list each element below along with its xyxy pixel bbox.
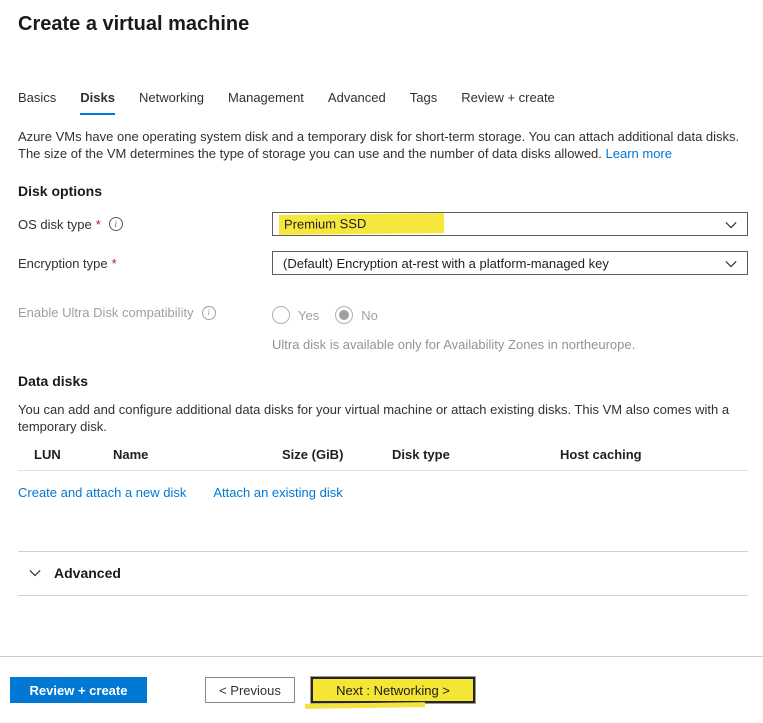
radio-no[interactable]: No bbox=[335, 306, 378, 324]
intro-text: Azure VMs have one operating system disk… bbox=[18, 129, 748, 162]
encryption-type-dropdown[interactable]: (Default) Encryption at-rest with a plat… bbox=[272, 251, 748, 275]
radio-yes-label: Yes bbox=[298, 308, 319, 323]
tab-management[interactable]: Management bbox=[228, 90, 304, 115]
wizard-tabs: Basics Disks Networking Management Advan… bbox=[18, 90, 748, 115]
data-disks-description: You can add and configure additional dat… bbox=[18, 402, 748, 435]
info-icon[interactable] bbox=[109, 217, 123, 231]
ultra-disk-label: Enable Ultra Disk compatibility bbox=[18, 305, 272, 320]
data-disks-heading: Data disks bbox=[18, 373, 748, 389]
tab-advanced[interactable]: Advanced bbox=[328, 90, 386, 115]
advanced-label: Advanced bbox=[54, 565, 121, 581]
os-disk-type-row: OS disk type * Premium SSD bbox=[18, 212, 748, 236]
info-icon[interactable] bbox=[202, 306, 216, 320]
column-name: Name bbox=[113, 447, 282, 462]
ultra-disk-control: Yes No Ultra disk is available only for … bbox=[272, 305, 748, 353]
encryption-type-value: (Default) Encryption at-rest with a plat… bbox=[283, 256, 609, 271]
create-vm-page: Create a virtual machine Basics Disks Ne… bbox=[0, 0, 763, 723]
page-title: Create a virtual machine bbox=[18, 0, 748, 36]
tab-review-create[interactable]: Review + create bbox=[461, 90, 555, 115]
advanced-expander[interactable]: Advanced bbox=[18, 552, 748, 596]
os-disk-type-dropdown[interactable]: Premium SSD bbox=[272, 212, 748, 236]
os-disk-type-value: Premium SSD bbox=[279, 213, 445, 235]
radio-no-label: No bbox=[361, 308, 378, 323]
required-asterisk: * bbox=[112, 256, 117, 271]
ultra-disk-row: Enable Ultra Disk compatibility Yes No U… bbox=[18, 305, 748, 353]
next-networking-button[interactable]: Next : Networking > bbox=[311, 677, 475, 703]
chevron-down-icon bbox=[724, 258, 738, 270]
chevron-down-icon bbox=[724, 219, 738, 231]
required-asterisk: * bbox=[96, 217, 101, 232]
tab-basics[interactable]: Basics bbox=[18, 90, 56, 115]
tab-networking[interactable]: Networking bbox=[139, 90, 204, 115]
column-disk-type: Disk type bbox=[392, 447, 560, 462]
attach-existing-disk-link[interactable]: Attach an existing disk bbox=[213, 485, 342, 500]
column-size: Size (GiB) bbox=[282, 447, 392, 462]
encryption-type-row: Encryption type * (Default) Encryption a… bbox=[18, 251, 748, 275]
wizard-footer: Review + create < Previous Next : Networ… bbox=[0, 656, 763, 723]
chevron-down-icon bbox=[28, 567, 42, 579]
radio-yes[interactable]: Yes bbox=[272, 306, 319, 324]
tab-disks[interactable]: Disks bbox=[80, 90, 115, 115]
encryption-type-label: Encryption type * bbox=[18, 256, 272, 271]
os-disk-type-label: OS disk type * bbox=[18, 217, 272, 232]
column-lun: LUN bbox=[34, 447, 113, 462]
ultra-disk-radio-group: Yes No bbox=[272, 305, 748, 325]
radio-circle-icon bbox=[272, 306, 290, 324]
review-create-button[interactable]: Review + create bbox=[10, 677, 147, 703]
learn-more-link[interactable]: Learn more bbox=[606, 146, 672, 161]
column-host-caching: Host caching bbox=[560, 447, 748, 462]
tab-tags[interactable]: Tags bbox=[410, 90, 437, 115]
disk-options-heading: Disk options bbox=[18, 183, 748, 199]
data-disks-links: Create and attach a new disk Attach an e… bbox=[18, 485, 748, 500]
previous-button[interactable]: < Previous bbox=[205, 677, 295, 703]
radio-circle-icon bbox=[335, 306, 353, 324]
create-attach-disk-link[interactable]: Create and attach a new disk bbox=[18, 485, 186, 500]
ultra-disk-helper: Ultra disk is available only for Availab… bbox=[272, 337, 748, 353]
data-disks-table-header: LUN Name Size (GiB) Disk type Host cachi… bbox=[18, 447, 748, 471]
